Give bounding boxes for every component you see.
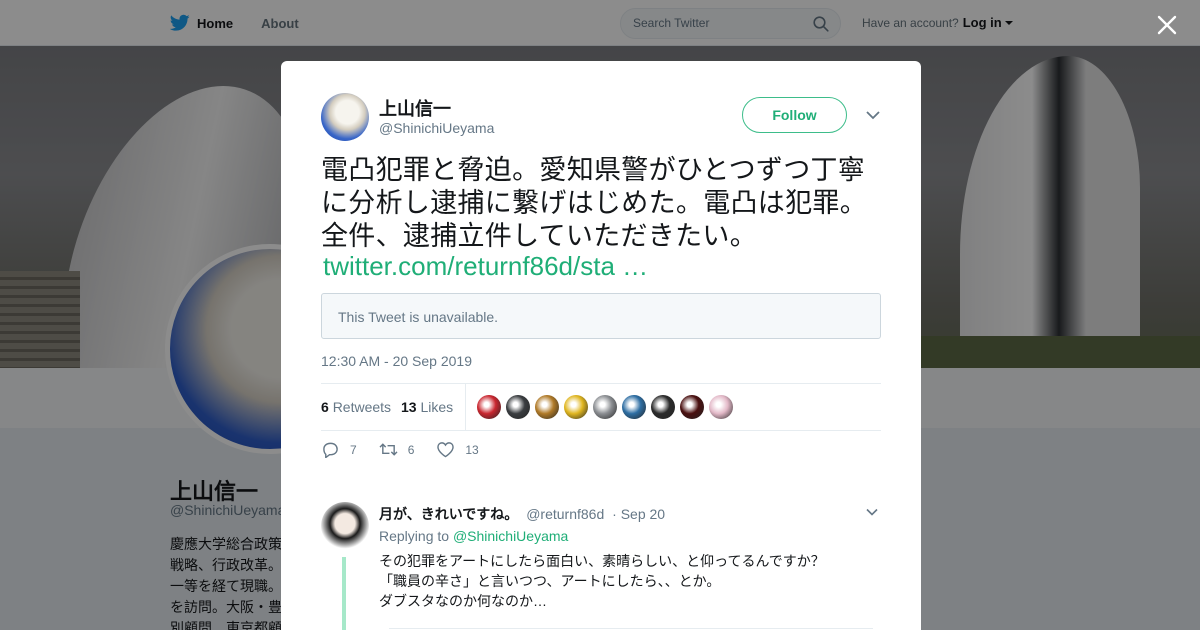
liker-avatar[interactable] [680,395,704,419]
retweet-action-count: 6 [407,442,415,457]
tweet-text: 電凸犯罪と脅迫。愛知県警がひとつずつ丁寧 に分析し逮捕に繋げはじめた。電凸は犯罪… [321,154,891,253]
like-count: 13 [401,399,417,415]
reply-text-line: 「職員の辛さ」と言いつつ、アートにしたら、、とか。 [379,573,721,589]
reply-header: 月が、きれいですね。 @returnf86d · Sep 20 [379,504,665,524]
tweet-text-line: 全件、逮捕立件していただきたい。 [321,221,757,251]
stats-divider [465,384,466,430]
replying-to: Replying to @ShinichiUeyama [379,528,568,544]
reply-text: その犯罪をアートにしたら面白い、素晴らしい、と仰ってるんですか？ 「職員の辛さ」… [379,551,869,611]
follow-button[interactable]: Follow [742,97,847,133]
liker-avatar[interactable] [506,395,530,419]
tweet-link[interactable]: twitter.com/returnf86d/sta … [323,251,648,282]
reply-author-avatar[interactable] [321,502,369,550]
tweet-text-line: に分析し逮捕に繋げはじめた。電凸は犯罪。 [321,188,867,218]
liker-avatar[interactable] [651,395,675,419]
liker-avatar[interactable] [709,395,733,419]
heart-icon [437,442,455,458]
replying-to-prefix: Replying to [379,528,450,544]
reply-author-handle[interactable]: @returnf86d [526,506,604,522]
tweet-actions: 7 6 13 [321,441,501,458]
like-stat[interactable]: 13 Likes [401,399,453,415]
retweet-icon [379,443,398,456]
liker-avatar[interactable] [564,395,588,419]
chevron-down-icon[interactable] [866,110,880,120]
liker-avatars [477,395,738,419]
tweet-modal: 上山信一 @ShinichiUeyama Follow 電凸犯罪と脅迫。愛知県警… [281,61,921,630]
reply-date[interactable]: · Sep 20 [612,506,665,522]
replying-to-handle[interactable]: @ShinichiUeyama [453,528,568,544]
close-icon[interactable] [1155,13,1179,37]
reply-action[interactable]: 7 [321,441,357,458]
tweet-author-avatar[interactable] [321,93,369,141]
reply-count: 7 [350,442,357,457]
thread-line [342,557,346,630]
reply-text-line: その犯罪をアートにしたら面白い、素晴らしい、と仰ってるんですか？ [379,553,825,569]
liker-avatar[interactable] [477,395,501,419]
tweet-stats: 6 Retweets 13 Likes [321,383,881,431]
tweet-author-name[interactable]: 上山信一 [379,95,451,121]
retweet-stat-label: Retweets [332,399,392,415]
liker-avatar[interactable] [622,395,646,419]
reply-icon [323,442,338,458]
tweet-author-handle[interactable]: @ShinichiUeyama [379,120,494,136]
reply-divider [389,628,873,629]
chevron-down-icon[interactable] [866,508,878,516]
retweet-stat[interactable]: 6 Retweets [321,399,391,415]
tweet-timestamp[interactable]: 12:30 AM - 20 Sep 2019 [321,353,472,369]
retweet-count: 6 [321,399,329,415]
reply-text-line: ダブスタなのか何なのか… [379,593,547,609]
reply-author-name[interactable]: 月が、きれいですね。 [379,506,518,522]
like-action-count: 13 [465,442,479,457]
liker-avatar[interactable] [593,395,617,419]
tweet-text-line: 電凸犯罪と脅迫。愛知県警がひとつずつ丁寧 [321,155,866,185]
like-action[interactable]: 13 [436,441,479,458]
retweet-action[interactable]: 6 [379,441,415,458]
like-stat-label: Likes [420,399,454,415]
liker-avatar[interactable] [535,395,559,419]
quoted-tweet-unavailable: This Tweet is unavailable. [321,293,881,339]
